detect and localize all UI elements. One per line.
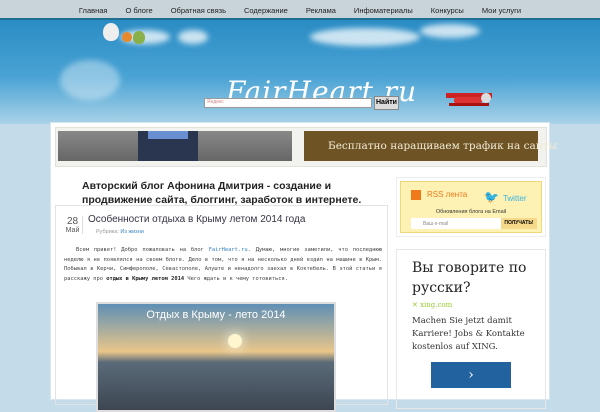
subscribe-button[interactable]: ПОЛУЧАТЬ!	[501, 218, 537, 229]
twitter-bird-icon: 🐦	[484, 190, 499, 204]
twitter-link[interactable]: 🐦 Twitter	[484, 190, 527, 204]
top-nav: Главная О блоге Обратная связь Содержани…	[0, 0, 600, 20]
xing-ad: Вы говорите по русски? ✕ xing.com Machen…	[396, 249, 546, 409]
post-date: 28 Май	[63, 216, 83, 234]
rubric-label: Рубрика:	[96, 229, 119, 235]
nav-about[interactable]: О блоге	[116, 0, 161, 18]
balloon-icon	[122, 32, 132, 42]
sun	[228, 334, 242, 348]
domain-text: xing.com	[420, 301, 453, 309]
banner-left-ad[interactable]	[58, 131, 292, 161]
content-area: Бесплатно наращиваем трафик на сайты Авт…	[50, 122, 557, 412]
header-banner: FairHeart.ru	[0, 20, 600, 124]
nav-home[interactable]: Главная	[70, 0, 117, 18]
rubric-link[interactable]: Из жизни	[120, 229, 143, 235]
nav-feedback[interactable]: Обратная связь	[162, 0, 235, 18]
updates-label: Обновления блога на Email	[435, 209, 507, 215]
cloud	[60, 60, 120, 100]
nav-infomaterials[interactable]: Инфоматериалы	[345, 0, 422, 18]
rss-icon	[411, 190, 421, 200]
balloon-icon	[103, 23, 119, 41]
blog-link[interactable]: FairHeart.ru	[209, 247, 248, 253]
post-day: 28	[66, 216, 79, 227]
subscribe-widget: RSS лента 🐦 Twitter Обновления блога на E…	[396, 177, 546, 237]
nav-ads[interactable]: Реклама	[297, 0, 345, 18]
nav-contents[interactable]: Содержание	[235, 0, 297, 18]
post-text: Всем привет! Добро пожаловать на блог Fa…	[64, 246, 382, 284]
blog-title: Авторский блог Афонина Дмитрия - создани…	[82, 180, 362, 206]
text: Всем привет! Добро пожаловать на блог	[76, 247, 209, 253]
cloud	[178, 30, 208, 44]
email-input[interactable]: Ваш e-mail	[411, 218, 501, 229]
image-caption: Отдых в Крыму - лето 2014	[146, 309, 286, 321]
nav-services[interactable]: Мои услуги	[473, 0, 530, 18]
ad-domain[interactable]: ✕ xing.com	[412, 301, 530, 309]
rss-label: RSS лента	[427, 190, 468, 200]
banner-right-ad[interactable]: Бесплатно наращиваем трафик на сайты	[304, 131, 557, 161]
balloon-icon	[133, 31, 145, 44]
cloud	[310, 28, 420, 46]
ad-headline[interactable]: Вы говорите по русски?	[412, 258, 530, 298]
search-button[interactable]: Найти	[374, 96, 399, 110]
post: 28 Май Особенности отдыха в Крыму летом 2…	[55, 205, 388, 412]
search-input[interactable]: Яндекс	[204, 98, 372, 108]
biplane-icon	[446, 93, 492, 106]
post-title[interactable]: Особенности отдыха в Крыму летом 2014 го…	[88, 214, 305, 225]
post-month: Май	[65, 227, 80, 234]
ad-text: Machen Sie jetzt damit Karriere! Jobs & …	[412, 316, 525, 352]
ad-next-button[interactable]: ›	[431, 362, 511, 388]
rss-link[interactable]: RSS лента	[411, 190, 467, 200]
post-image: Отдых в Крыму - лето 2014	[96, 302, 336, 412]
nav-contests[interactable]: Конкурсы	[422, 0, 473, 18]
cloud	[420, 24, 480, 38]
post-rubric: Рубрика: Из жизни	[96, 229, 144, 235]
bold-text: отдых в Крыму летом 2014	[106, 275, 185, 282]
text: Чего ждать и к чему готовиться.	[184, 275, 288, 282]
xing-icon: ✕	[412, 301, 418, 309]
twitter-label: Twitter	[502, 194, 527, 203]
